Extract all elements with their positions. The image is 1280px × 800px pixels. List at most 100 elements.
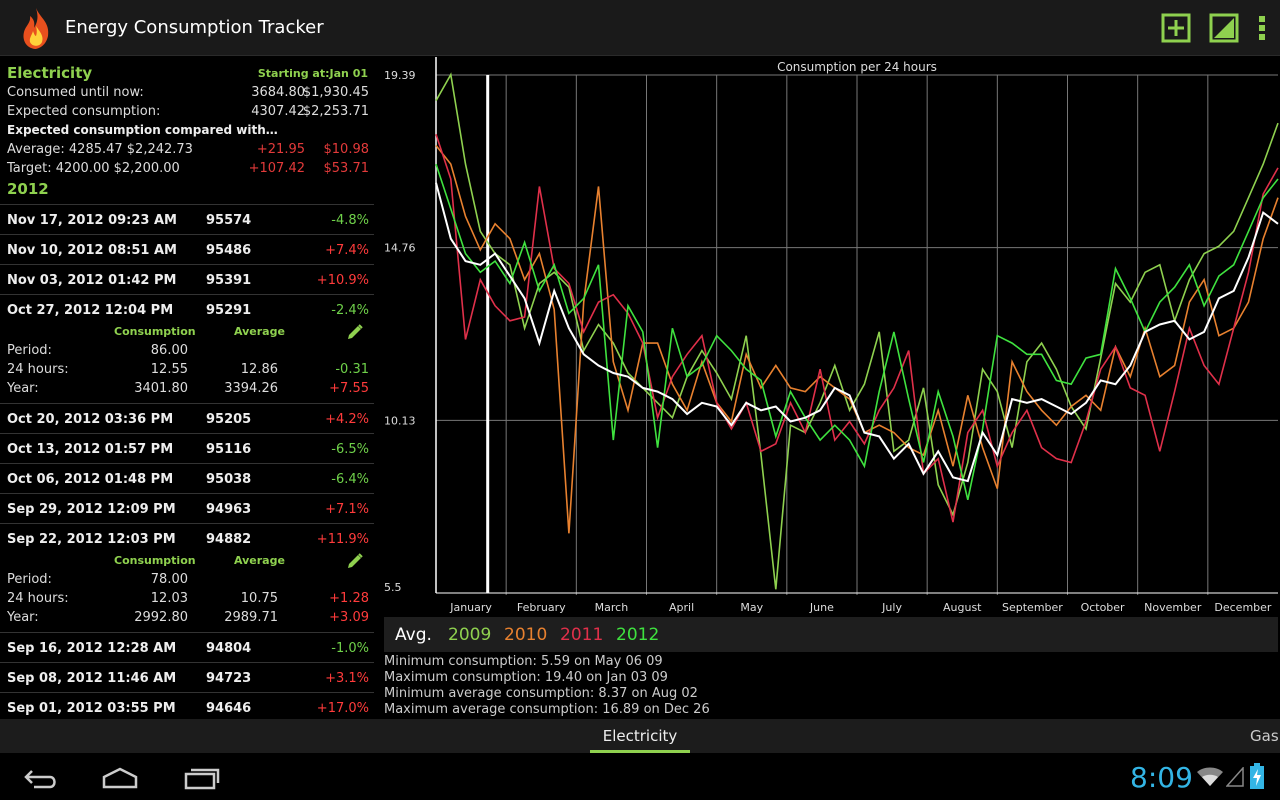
average-label: Average: 4285.47 $2,242.73 — [7, 142, 193, 157]
reading-date: Sep 01, 2012 03:55 PM — [7, 701, 176, 716]
compare-heading: Expected consumption compared with… — [7, 123, 278, 137]
period-label: Period: — [7, 572, 52, 587]
change-percent: -6.5% — [331, 442, 369, 457]
x-tick-label: January — [449, 601, 492, 614]
reading-list: Nov 17, 2012 09:23 AM 95574 -4.8% Nov 10, 2… — [0, 204, 374, 717]
day-row: 24 hours: 12.55 12.86 -0.31 — [7, 362, 369, 380]
flame-icon[interactable] — [18, 6, 54, 50]
reading-date: Oct 13, 2012 01:57 PM — [7, 442, 174, 457]
tab-electricity[interactable]: Electricity — [590, 719, 690, 753]
day-label: 24 hours: — [7, 362, 69, 377]
meter-reading: 95205 — [206, 412, 252, 427]
change-percent: -6.4% — [331, 472, 369, 487]
day-diff: -0.31 — [335, 362, 369, 377]
reading-row[interactable]: Nov 03, 2012 01:42 PM 95391 +10.9% — [0, 264, 374, 294]
average-header: Average — [234, 325, 285, 338]
reading-row[interactable]: Sep 08, 2012 11:46 AM 94723 +3.1% — [0, 662, 374, 692]
meter-reading: 94882 — [206, 532, 252, 547]
reading-row[interactable]: Oct 20, 2012 03:36 PM 95205 +4.2% — [0, 403, 374, 433]
chart-icon[interactable] — [1208, 12, 1240, 44]
reading-date: Sep 08, 2012 11:46 AM — [7, 671, 177, 686]
edit-pencil-icon[interactable] — [346, 552, 364, 570]
reading-row[interactable]: Nov 17, 2012 09:23 AM 95574 -4.8% — [0, 204, 374, 234]
reading-date: Nov 10, 2012 08:51 AM — [7, 243, 177, 258]
average-row: Average: 4285.47 $2,242.73 +21.95 $10.98 — [7, 142, 369, 160]
edit-pencil-icon[interactable] — [346, 323, 364, 341]
day-average: 12.86 — [240, 362, 278, 377]
y-tick-label: 19.39 — [384, 69, 416, 82]
day-diff: +1.28 — [329, 591, 369, 606]
meter-tabs: Electricity Gas — [0, 719, 1280, 753]
meter-reading: 94963 — [206, 502, 252, 517]
overflow-menu-icon[interactable] — [1252, 12, 1272, 44]
home-icon[interactable] — [100, 765, 140, 791]
reading-date: Oct 27, 2012 12:04 PM — [7, 303, 174, 318]
meter-title: Electricity — [7, 64, 93, 82]
reading-row[interactable]: Oct 27, 2012 12:04 PM 95291 -2.4% Consumpti… — [0, 294, 374, 403]
reading-row[interactable]: Nov 10, 2012 08:51 AM 95486 +7.4% — [0, 234, 374, 264]
meter-reading: 94804 — [206, 641, 252, 656]
expected-row: Expected consumption: 4307.42 $2,253.71 — [7, 104, 369, 122]
y-tick-label: 10.13 — [384, 414, 416, 427]
tab-gas[interactable]: Gas — [1250, 727, 1279, 745]
x-tick-label: August — [943, 601, 982, 614]
reading-row[interactable]: Sep 22, 2012 12:03 PM 94882 +11.9% Consumpt… — [0, 523, 374, 632]
change-percent: +17.0% — [316, 701, 369, 716]
app-title: Energy Consumption Tracker — [65, 17, 324, 38]
legend-2010: 2010 — [504, 625, 548, 645]
day-average: 10.75 — [240, 591, 278, 606]
change-percent: -4.8% — [331, 213, 369, 228]
consumption-chart[interactable]: Consumption per 24 hours 19.39 14.76 10.13 5… — [380, 57, 1280, 617]
period-row: Period: 86.00 — [7, 343, 369, 361]
action-bar: Energy Consumption Tracker — [0, 0, 1280, 56]
period-consumption: 78.00 — [150, 572, 188, 587]
reading-date: Nov 17, 2012 09:23 AM — [7, 213, 177, 228]
year-average: 2989.71 — [224, 610, 278, 625]
average-diff-cost: $10.98 — [323, 142, 370, 157]
reading-row[interactable]: Sep 29, 2012 12:09 PM 94963 +7.1% — [0, 493, 374, 523]
chart-title: Consumption per 24 hours — [777, 60, 937, 74]
meter-reading: 95574 — [206, 213, 252, 228]
year-row: Year: 2992.80 2989.71 +3.09 — [7, 610, 369, 628]
year-label: Year: — [7, 610, 39, 625]
target-diff: +107.42 — [248, 161, 305, 176]
year-label: Year: — [7, 381, 39, 396]
consumed-label: Consumed until now: — [7, 85, 144, 100]
system-nav-bar: 8:09 — [0, 753, 1280, 800]
target-row: Target: 4200.00 $2,200.00 +107.42 $53.71 — [7, 161, 369, 179]
x-tick-label: July — [881, 601, 902, 614]
change-percent: +11.9% — [316, 532, 369, 547]
consumed-row: Consumed until now: 3684.80 $1,930.45 — [7, 85, 369, 103]
reading-row[interactable]: Sep 16, 2012 12:28 AM 94804 -1.0% — [0, 632, 374, 662]
x-tick-label: December — [1214, 601, 1272, 614]
meter-reading: 94646 — [206, 701, 252, 716]
day-row: 24 hours: 12.03 10.75 +1.28 — [7, 591, 369, 609]
add-icon[interactable] — [1160, 12, 1192, 44]
chart-legend: Avg. 2009 2010 2011 2012 — [384, 617, 1278, 652]
reading-row[interactable]: Oct 13, 2012 01:57 PM 95116 -6.5% — [0, 433, 374, 463]
legend-2012: 2012 — [616, 625, 660, 645]
year-consumption: 2992.80 — [134, 610, 188, 625]
stat-max-avg: Maximum average consumption: 16.89 on De… — [384, 702, 710, 717]
wifi-icon — [1197, 767, 1223, 786]
reading-row[interactable]: Oct 06, 2012 01:48 PM 95038 -6.4% — [0, 463, 374, 493]
reading-row[interactable]: Sep 01, 2012 03:55 PM 94646 +17.0% — [0, 692, 374, 717]
back-icon[interactable] — [22, 765, 62, 791]
day-label: 24 hours: — [7, 591, 69, 606]
reading-date: Oct 06, 2012 01:48 PM — [7, 472, 174, 487]
consumption-stats: Minimum consumption: 5.59 on May 06 09 M… — [384, 654, 710, 718]
change-percent: -1.0% — [331, 641, 369, 656]
reading-date: Sep 16, 2012 12:28 AM — [7, 641, 177, 656]
recent-apps-icon[interactable] — [182, 765, 222, 791]
average-header: Average — [234, 554, 285, 567]
reading-date: Sep 22, 2012 12:03 PM — [7, 532, 176, 547]
meter-reading: 95486 — [206, 243, 252, 258]
average-diff: +21.95 — [256, 142, 305, 157]
year-average: 3394.26 — [224, 381, 278, 396]
y-tick-label: 5.5 — [384, 581, 402, 594]
consumed-cost: $1,930.45 — [302, 85, 369, 100]
change-percent: +3.1% — [325, 671, 369, 686]
chart-svg: Consumption per 24 hours 19.39 14.76 10.13 5… — [384, 57, 1279, 614]
x-tick-label: September — [1002, 601, 1063, 614]
target-label: Target: 4200.00 $2,200.00 — [7, 161, 180, 176]
